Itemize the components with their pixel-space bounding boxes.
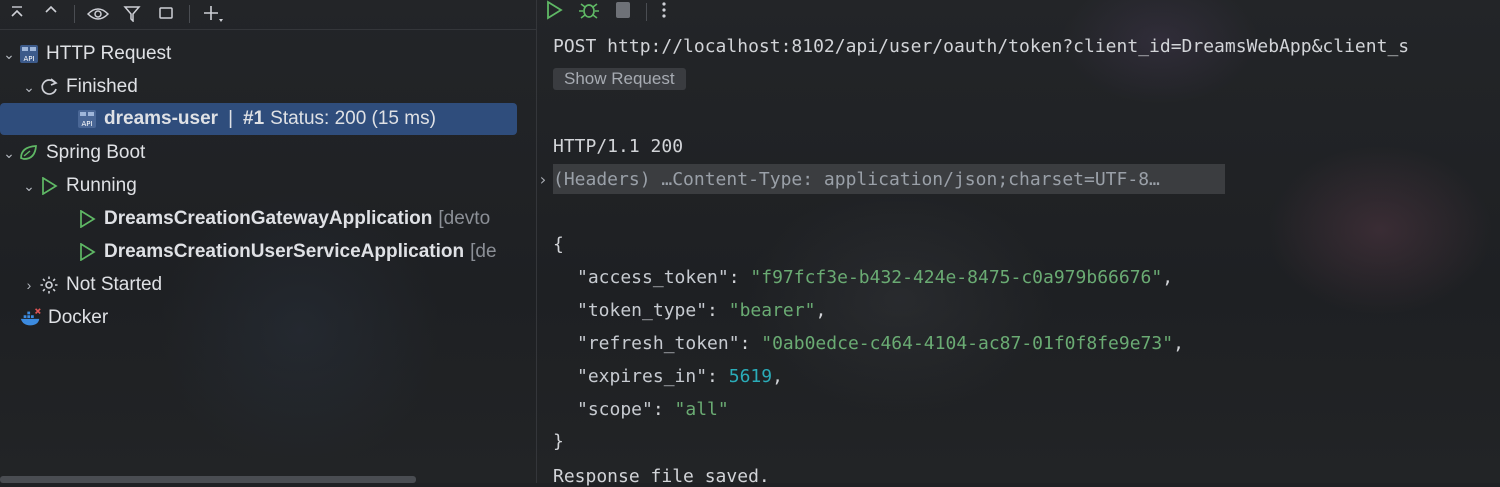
chevron-right-icon[interactable]: › <box>538 170 548 189</box>
add-service-icon[interactable] <box>196 3 230 25</box>
request-name: dreams-user <box>104 108 219 129</box>
json-field: "scope": "all" <box>577 399 729 420</box>
chevron-down-icon[interactable]: ⌄ <box>0 145 18 162</box>
json-key: "refresh_token" <box>577 333 740 354</box>
toolbar-divider <box>0 29 536 30</box>
tree-label: HTTP Request <box>46 43 172 64</box>
collapse-all-icon[interactable] <box>0 3 34 25</box>
json-value: "f97fcf3e-b432-424e-8475-c0a979b66676" <box>750 267 1163 288</box>
gear-icon <box>38 274 60 296</box>
headers-summary: (Headers) …Content-Type: application/jso… <box>553 168 1160 190</box>
spring-boot-icon <box>18 142 40 164</box>
json-value: "0ab0edce-c464-4104-ac87-01f0f8fe9e73" <box>761 333 1174 354</box>
tree-node-gateway-app[interactable]: DreamsCreationGatewayApplication [devto <box>76 203 490 235</box>
tree-label: Finished <box>66 76 138 97</box>
app-name: DreamsCreationGatewayApplication <box>104 208 433 229</box>
headers-fold[interactable]: › (Headers) …Content-Type: application/j… <box>538 164 1225 194</box>
expand-all-icon[interactable] <box>34 3 68 25</box>
run-number: #1 <box>243 108 265 129</box>
json-field: "token_type": "bearer", <box>577 300 827 321</box>
tree-node-spring-boot[interactable]: ⌄ Spring Boot <box>0 137 145 169</box>
run-icon <box>76 241 98 263</box>
chevron-down-icon[interactable]: ⌄ <box>20 79 38 96</box>
json-close-brace: } <box>553 431 564 452</box>
json-field: "expires_in": 5619, <box>577 366 783 387</box>
request-line: POST http://localhost:8102/api/user/oaut… <box>553 36 1410 57</box>
json-key: "token_type" <box>577 300 708 321</box>
api-file-icon: API <box>76 108 98 130</box>
json-value: "all" <box>674 399 729 420</box>
json-open-brace: { <box>553 234 564 255</box>
json-value: 5619 <box>728 366 773 387</box>
eye-icon[interactable] <box>81 3 115 25</box>
svg-text:API: API <box>81 120 92 128</box>
toolbar-separator <box>646 3 647 21</box>
stop-icon[interactable] <box>614 1 632 24</box>
json-field: "refresh_token": "0ab0edce-c464-4104-ac8… <box>577 333 1184 354</box>
horizontal-scrollbar[interactable] <box>0 476 416 483</box>
status-text: Status: 200 (15 ms) <box>270 108 436 129</box>
toolbar-separator <box>74 5 75 23</box>
chevron-down-icon[interactable]: ⌄ <box>20 178 38 195</box>
run-icon <box>38 175 60 197</box>
tree-label: Docker <box>48 307 109 328</box>
filter-icon[interactable] <box>115 3 149 25</box>
tree-node-running[interactable]: ⌄ Running <box>20 170 137 202</box>
status-line: HTTP/1.1 200 <box>553 136 684 157</box>
panel-splitter[interactable] <box>536 0 537 483</box>
tree-node-user-service-app[interactable]: DreamsCreationUserServiceApplication [de <box>76 236 497 268</box>
tree-label: Spring Boot <box>46 142 146 163</box>
app-suffix: [devto <box>438 208 491 229</box>
api-file-icon: API <box>18 43 40 65</box>
separator: | <box>228 108 233 129</box>
tree-node-docker[interactable]: Docker <box>20 302 108 334</box>
more-options-icon[interactable] <box>661 0 667 25</box>
run-icon <box>76 208 98 230</box>
run-toolbar <box>544 0 667 24</box>
response-saved-note: Response file saved. <box>553 466 770 487</box>
refresh-icon <box>38 76 60 98</box>
tree-label: Not Started <box>66 274 163 295</box>
json-value: "bearer" <box>728 300 816 321</box>
services-toolbar <box>0 0 536 28</box>
json-field: "access_token": "f97fcf3e-b432-424e-8475… <box>577 267 1174 288</box>
json-key: "scope" <box>577 399 653 420</box>
tree-node-dreams-user[interactable]: API dreams-user | #1 Status: 200 (15 ms) <box>0 103 517 135</box>
chevron-down-icon[interactable]: ⌄ <box>0 46 18 63</box>
toolbar-separator <box>189 5 190 23</box>
json-key: "access_token" <box>577 267 729 288</box>
svg-text:API: API <box>23 55 34 63</box>
show-request-button[interactable]: Show Request <box>553 68 686 90</box>
debug-icon[interactable] <box>578 0 600 25</box>
tree-label: Running <box>66 175 137 196</box>
chevron-right-icon[interactable]: › <box>20 277 38 293</box>
json-key: "expires_in" <box>577 366 708 387</box>
docker-icon <box>20 307 42 329</box>
run-icon[interactable] <box>544 0 564 25</box>
tree-node-http-request[interactable]: ⌄ API HTTP Request <box>0 38 171 70</box>
tree-node-finished[interactable]: ⌄ Finished <box>20 71 138 103</box>
tree-node-not-started[interactable]: › Not Started <box>20 269 162 301</box>
app-suffix: [de <box>470 241 497 262</box>
group-icon[interactable] <box>149 3 183 25</box>
app-name: DreamsCreationUserServiceApplication <box>104 241 465 262</box>
